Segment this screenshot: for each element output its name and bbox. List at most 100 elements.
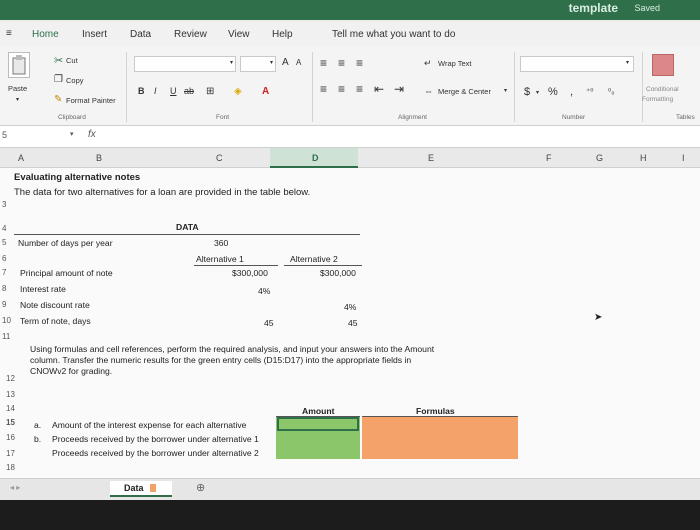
name-box[interactable]: 5 bbox=[2, 130, 7, 140]
copy-icon[interactable]: ❐ bbox=[54, 74, 63, 85]
row-header[interactable]: 9 bbox=[2, 300, 18, 309]
function-icon[interactable]: fx bbox=[88, 129, 96, 140]
increase-indent-icon[interactable]: ⇥ bbox=[394, 82, 404, 96]
ribbon: Paste ▾ ✂ Cut ❐ Copy ✎ Format Painter Cl… bbox=[0, 46, 700, 126]
discount-alt2[interactable]: 4% bbox=[344, 302, 356, 312]
paste-dropdown-icon[interactable]: ▾ bbox=[16, 96, 19, 103]
row-header[interactable]: 13 bbox=[6, 390, 22, 399]
column-header-e[interactable]: E bbox=[428, 153, 434, 163]
wrap-text-icon[interactable]: ↵ bbox=[424, 58, 432, 69]
amount-entry-d15[interactable] bbox=[277, 417, 359, 431]
cut-button[interactable]: Cut bbox=[66, 56, 78, 65]
strikethrough-icon[interactable]: ab bbox=[184, 86, 194, 96]
font-color-icon[interactable]: A bbox=[262, 86, 269, 97]
alt2-underline bbox=[284, 265, 362, 266]
bold-button[interactable]: B bbox=[138, 86, 145, 96]
column-header-d[interactable]: D bbox=[312, 153, 319, 163]
tab-view[interactable]: View bbox=[228, 29, 250, 40]
align-right-icon[interactable]: ≡ bbox=[356, 82, 363, 96]
row-header[interactable]: 4 bbox=[2, 224, 18, 233]
term-alt1[interactable]: 45 bbox=[264, 318, 274, 328]
row-header[interactable]: 15 bbox=[6, 418, 22, 427]
days-value[interactable]: 360 bbox=[214, 238, 228, 248]
font-size-dropdown-icon[interactable]: ▾ bbox=[270, 59, 273, 66]
add-sheet-icon[interactable]: ⊕ bbox=[196, 481, 205, 494]
principal-alt1[interactable]: $300,000 bbox=[232, 268, 268, 278]
increase-decimal-icon[interactable]: ⁺⁰ bbox=[586, 87, 593, 96]
row-header[interactable]: 11 bbox=[2, 332, 18, 341]
principal-alt2[interactable]: $300,000 bbox=[320, 268, 356, 278]
row-header[interactable]: 10 bbox=[2, 316, 18, 325]
increase-font-button[interactable]: A bbox=[282, 57, 289, 68]
merge-center-icon[interactable]: ⇔ bbox=[424, 86, 433, 96]
italic-button[interactable]: I bbox=[154, 86, 157, 96]
number-format-select[interactable] bbox=[520, 56, 634, 72]
align-top-icon[interactable]: ≡ bbox=[320, 56, 327, 70]
column-header-g[interactable]: G bbox=[596, 153, 603, 163]
row-header[interactable]: 6 bbox=[2, 254, 18, 263]
item-b-text-1: Proceeds received by the borrower under … bbox=[52, 434, 259, 444]
tab-help[interactable]: Help bbox=[272, 29, 293, 40]
interest-alt1[interactable]: 4% bbox=[258, 286, 270, 296]
row-header[interactable]: 7 bbox=[2, 268, 18, 277]
decrease-font-button[interactable]: A bbox=[296, 58, 301, 67]
clipboard-group-label: Clipboard bbox=[58, 114, 86, 121]
column-header-b[interactable]: B bbox=[96, 153, 102, 163]
format-painter-button[interactable]: Format Painter bbox=[66, 96, 116, 105]
tab-data[interactable]: Data bbox=[130, 29, 151, 40]
font-name-select[interactable] bbox=[134, 56, 236, 72]
column-header-h[interactable]: H bbox=[640, 153, 647, 163]
paste-button[interactable]: Paste bbox=[8, 84, 27, 93]
cut-icon[interactable]: ✂ bbox=[54, 54, 63, 67]
menu-icon[interactable]: ≡ bbox=[6, 28, 12, 39]
percent-button[interactable]: % bbox=[548, 86, 558, 98]
column-header-c[interactable]: C bbox=[216, 153, 223, 163]
tab-home[interactable]: Home bbox=[32, 29, 59, 40]
merge-center-button[interactable]: Merge & Center bbox=[438, 87, 491, 96]
align-middle-icon[interactable]: ≡ bbox=[338, 56, 345, 70]
column-header-a[interactable]: A bbox=[18, 153, 24, 163]
worksheet-grid[interactable]: 3 4 5 6 7 8 9 10 11 12 13 14 15 16 17 18… bbox=[0, 168, 700, 478]
merge-dropdown-icon[interactable]: ▾ bbox=[504, 87, 507, 94]
row-header[interactable]: 14 bbox=[6, 404, 22, 413]
align-left-icon[interactable]: ≡ bbox=[320, 82, 327, 96]
item-b-text-2: Proceeds received by the borrower under … bbox=[52, 448, 259, 458]
sheet-nav-icon[interactable]: ◂ ▸ bbox=[10, 483, 20, 492]
underline-button[interactable]: U bbox=[170, 86, 177, 96]
font-dropdown-icon[interactable]: ▾ bbox=[230, 59, 233, 66]
wrap-text-button[interactable]: Wrap Text bbox=[438, 59, 472, 68]
row-header[interactable]: 17 bbox=[6, 449, 22, 458]
currency-button[interactable]: $ bbox=[524, 86, 530, 98]
term-alt2[interactable]: 45 bbox=[348, 318, 358, 328]
align-bottom-icon[interactable]: ≡ bbox=[356, 56, 363, 70]
borders-icon[interactable]: ⊞ bbox=[206, 86, 214, 97]
conditional-formatting-icon[interactable] bbox=[652, 54, 674, 76]
tab-review[interactable]: Review bbox=[174, 29, 207, 40]
sheet-tab-data[interactable]: Data bbox=[110, 481, 172, 497]
row-header[interactable]: 5 bbox=[2, 238, 18, 247]
row-header[interactable]: 3 bbox=[2, 200, 18, 209]
copy-button[interactable]: Copy bbox=[66, 76, 84, 85]
comma-button[interactable]: , bbox=[570, 86, 573, 98]
tab-insert[interactable]: Insert bbox=[82, 29, 107, 40]
currency-dropdown-icon[interactable]: ▾ bbox=[536, 89, 539, 96]
column-header-f[interactable]: F bbox=[546, 153, 552, 163]
formatting-label[interactable]: Formatting bbox=[642, 96, 673, 103]
align-center-icon[interactable]: ≡ bbox=[338, 82, 345, 96]
column-header-i[interactable]: I bbox=[682, 153, 685, 163]
name-box-dropdown-icon[interactable]: ▾ bbox=[70, 130, 74, 138]
conditional-formatting-button[interactable]: Conditional bbox=[646, 86, 679, 93]
row-header[interactable]: 16 bbox=[6, 433, 22, 442]
formulas-cells[interactable] bbox=[362, 417, 518, 459]
fill-color-icon[interactable]: ◈ bbox=[234, 86, 242, 97]
row-header[interactable]: 18 bbox=[6, 463, 22, 472]
row-header[interactable]: 8 bbox=[2, 284, 18, 293]
row-header[interactable]: 12 bbox=[6, 374, 22, 383]
format-painter-icon[interactable]: ✎ bbox=[54, 94, 62, 105]
decrease-decimal-icon[interactable]: ⁰₀ bbox=[608, 87, 615, 96]
paste-icon[interactable] bbox=[8, 52, 30, 78]
number-format-dropdown-icon[interactable]: ▾ bbox=[626, 59, 629, 66]
tell-me-search[interactable]: Tell me what you want to do bbox=[332, 29, 455, 40]
formula-input[interactable] bbox=[104, 129, 694, 145]
decrease-indent-icon[interactable]: ⇤ bbox=[374, 82, 384, 96]
